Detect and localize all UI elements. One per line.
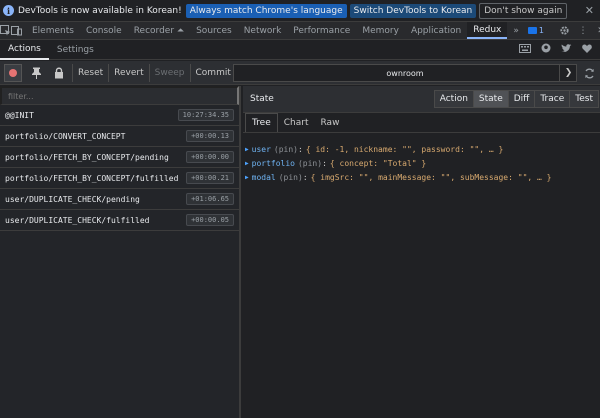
tab-action[interactable]: Action [433,90,474,108]
pin-label[interactable]: (pin) [274,145,298,154]
tree-node[interactable]: ▶ portfolio (pin):{ concept: "Total" } [243,156,600,170]
tree-colon: : [297,144,303,154]
tree-colon: : [322,158,327,168]
language-infobar: i DevTools is now available in Korean! A… [0,0,600,22]
redux-toolbar: Reset Revert Sweep Commit ownroom ❯ [0,61,600,85]
tree-node[interactable]: ▶ modal (pin):{ imgSrc: "", mainMessage: "… [243,170,600,184]
info-icon: i [3,5,14,16]
expand-arrow-icon[interactable]: ▶ [245,146,249,153]
tab-elements[interactable]: Elements [26,22,80,39]
tab-state[interactable]: State [472,90,509,108]
action-name: @@INIT [5,110,34,120]
tab-chart[interactable]: Chart [278,113,315,132]
action-item[interactable]: user/DUPLICATE_CHECK/pending +01:06.65 [0,189,239,210]
instance-select[interactable]: ownroom [233,64,577,82]
issues-button[interactable]: 1 [525,25,547,36]
tree-node[interactable]: ▶ user (pin):{ id: -1, nickname: "", passw… [243,142,600,156]
infobar-message: DevTools is now available in Korean! [18,5,182,16]
commit-button[interactable]: Commit [189,63,236,82]
action-item[interactable]: portfolio/CONVERT_CONCEPT +00:00.13 [0,126,239,147]
tab-performance[interactable]: Performance [287,22,356,39]
action-list: @@INIT 10:27:34.35 portfolio/CONVERT_CONCE… [0,105,239,231]
inspector-mode-tabs: Action State Diff Trace Test [433,90,599,108]
action-time-badge: +00:00.21 [186,172,234,184]
keyboard-shortcuts-icon[interactable] [519,43,531,56]
tree-colon: : [302,172,308,182]
more-options-icon[interactable]: ⋮ [574,26,592,36]
dont-show-again-button[interactable]: Don't show again [479,2,568,19]
state-tree: ▶ user (pin):{ id: -1, nickname: "", passw… [243,133,600,184]
filter-input[interactable] [0,86,239,105]
gear-icon[interactable] [556,25,574,36]
action-item[interactable]: portfolio/FETCH_BY_CONCEPT/pending +00:00… [0,147,239,168]
tab-tree[interactable]: Tree [245,113,278,132]
inspect-element-icon[interactable] [0,22,11,39]
action-time-badge: +00:00.00 [186,151,234,163]
devtools-tabbar: Elements Console Recorder ⏶ Sources Netw… [0,22,600,40]
action-name: user/DUPLICATE_CHECK/fulfilled [5,215,150,225]
reset-button[interactable]: Reset [72,63,108,82]
switch-korean-button[interactable]: Switch DevTools to Korean [349,3,477,18]
state-view-tabs: Tree Chart Raw [243,113,600,133]
tab-console[interactable]: Console [80,22,128,39]
tab-diff[interactable]: Diff [507,90,536,108]
tab-actions[interactable]: Actions [0,40,49,60]
tab-application[interactable]: Application [405,22,467,39]
tree-value: { concept: "Total" } [329,158,427,168]
action-name: portfolio/FETCH_BY_CONCEPT/pending [5,152,169,162]
expand-arrow-icon[interactable]: ▶ [245,174,249,181]
tree-key: user [251,144,271,154]
close-icon[interactable]: ✕ [585,4,594,17]
sweep-button[interactable]: Sweep [148,63,190,82]
tree-key: modal [251,172,276,182]
chevron-down-icon[interactable]: ❯ [559,64,577,82]
github-icon[interactable] [541,43,551,56]
issues-icon [527,27,537,34]
close-devtools-icon[interactable]: ✕ [592,26,600,36]
action-name: portfolio/FETCH_BY_CONCEPT/fulfilled [5,173,179,183]
pin-icon[interactable] [26,63,46,83]
tab-trace[interactable]: Trace [534,90,571,108]
tree-value: { imgSrc: "", mainMessage: "", subMessag… [310,172,552,182]
tree-key: portfolio [251,158,295,168]
tab-test[interactable]: Test [569,90,599,108]
action-item[interactable]: user/DUPLICATE_CHECK/fulfilled +00:00.05 [0,210,239,231]
inspector-header: State Action State Diff Trace Test [243,86,600,113]
action-list-panel: @@INIT 10:27:34.35 portfolio/CONVERT_CONCE… [0,86,241,418]
action-name: portfolio/CONVERT_CONCEPT [5,131,126,141]
more-tabs-icon[interactable]: » [507,22,525,39]
lock-icon[interactable] [49,63,69,83]
device-toolbar-icon[interactable] [11,22,22,39]
issues-count: 1 [538,26,544,35]
tab-redux[interactable]: Redux [467,22,508,39]
sync-icon[interactable] [581,64,597,82]
action-time-badge: +01:06.65 [186,193,234,205]
record-button[interactable] [3,63,23,83]
twitter-icon[interactable] [561,43,572,56]
inspector-panel: State Action State Diff Trace Test Tree … [243,86,600,418]
action-time-badge: 10:27:34.35 [177,109,234,121]
pin-label[interactable]: (pin) [298,159,322,168]
tab-raw[interactable]: Raw [315,113,346,132]
action-item[interactable]: portfolio/FETCH_BY_CONCEPT/fulfilled +00:… [0,168,239,189]
redux-header: Actions Settings [0,40,600,60]
tab-network[interactable]: Network [238,22,288,39]
inspector-title: State [250,94,274,104]
tree-value: { id: -1, nickname: "", password: "", … … [305,144,504,154]
record-icon [4,63,22,82]
heart-icon[interactable] [582,44,592,56]
action-time-badge: +00:00.13 [186,130,234,142]
pin-label[interactable]: (pin) [279,173,303,182]
tab-settings[interactable]: Settings [49,40,102,60]
action-time-badge: +00:00.05 [186,214,234,226]
tab-sources[interactable]: Sources [190,22,238,39]
action-item[interactable]: @@INIT 10:27:34.35 [0,105,239,126]
tab-memory[interactable]: Memory [356,22,405,39]
expand-arrow-icon[interactable]: ▶ [245,160,249,167]
action-name: user/DUPLICATE_CHECK/pending [5,194,140,204]
match-language-button[interactable]: Always match Chrome's language [185,3,347,18]
tab-recorder[interactable]: Recorder ⏶ [128,22,190,39]
revert-button[interactable]: Revert [108,63,148,82]
